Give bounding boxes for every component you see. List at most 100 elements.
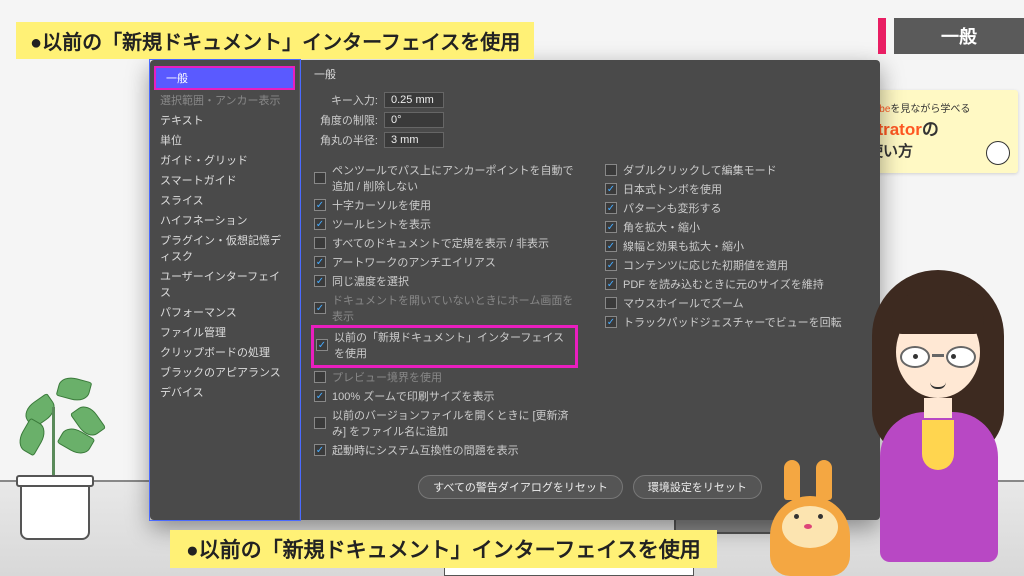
checkbox-label: パターンも変形する bbox=[623, 200, 721, 216]
checkbox-label: 起動時にシステム互換性の問題を表示 bbox=[332, 442, 519, 458]
checkbox-icon[interactable] bbox=[314, 172, 326, 184]
top-title-banner: ●以前の「新規ドキュメント」インターフェイスを使用 bbox=[16, 22, 534, 59]
preferences-dialog: 一般選択範囲・アンカー表示テキスト単位ガイド・グリッドスマートガイドスライスハイ… bbox=[150, 60, 880, 520]
promo-line2: stratorの bbox=[868, 115, 1008, 140]
checkbox-label: 以前の「新規ドキュメント」インターフェイスを使用 bbox=[334, 329, 573, 361]
sidebar-item[interactable]: ハイフネーション bbox=[150, 210, 299, 230]
checkbox-label: 角を拡大・縮小 bbox=[623, 219, 700, 235]
promo-card: Tubeを見ながら学べる stratorの 使い方 bbox=[858, 90, 1018, 173]
bottom-title-text: ●以前の「新規ドキュメント」インターフェイスを使用 bbox=[186, 539, 701, 562]
checkbox-icon[interactable] bbox=[605, 183, 617, 195]
sidebar-item[interactable]: 選択範囲・アンカー表示 bbox=[150, 90, 299, 110]
sidebar-item[interactable]: ブラックのアピアランス bbox=[150, 362, 299, 382]
sidebar-item[interactable]: デバイス bbox=[150, 382, 299, 402]
preferences-main-panel: 一般 キー入力: 角度の制限: 角丸の半径: ペンツールでパス上にアンカーポイン… bbox=[300, 60, 880, 520]
corner-field-row: 角丸の半径: bbox=[314, 132, 866, 148]
checkbox-row[interactable]: ドキュメントを開いていないときにホーム画面を表示 bbox=[314, 292, 575, 324]
checkbox-col-left: ペンツールでパス上にアンカーポイントを自動で追加 / 削除しない十字カーソルを使… bbox=[314, 162, 575, 461]
checkbox-label: 十字カーソルを使用 bbox=[332, 197, 431, 213]
checkbox-row[interactable]: アートワークのアンチエイリアス bbox=[314, 254, 575, 270]
checkbox-icon[interactable] bbox=[314, 256, 326, 268]
checkbox-label: 線幅と効果も拡大・縮小 bbox=[623, 238, 744, 254]
checkbox-row[interactable]: ツールヒントを表示 bbox=[314, 216, 575, 232]
checkbox-label: マウスホイールでズーム bbox=[623, 295, 744, 311]
checkbox-row[interactable]: 以前のバージョンファイルを開くときに [更新済み] をファイル名に追加 bbox=[314, 407, 575, 439]
checkbox-row[interactable]: プレビュー境界を使用 bbox=[314, 369, 575, 385]
checkbox-label: プレビュー境界を使用 bbox=[332, 369, 442, 385]
checkbox-row[interactable]: 日本式トンボを使用 bbox=[605, 181, 866, 197]
plant-illustration bbox=[0, 370, 140, 540]
key-input-field-row: キー入力: bbox=[314, 92, 866, 108]
checkbox-label: ダブルクリックして編集モード bbox=[623, 162, 777, 178]
sidebar-item[interactable]: クリップボードの処理 bbox=[150, 342, 299, 362]
checkbox-label: 日本式トンボを使用 bbox=[623, 181, 722, 197]
sidebar-item[interactable]: スライス bbox=[150, 190, 299, 210]
checkbox-icon[interactable] bbox=[314, 218, 326, 230]
highlighted-checkbox-frame: 以前の「新規ドキュメント」インターフェイスを使用 bbox=[311, 325, 578, 368]
checkbox-row[interactable]: 線幅と効果も拡大・縮小 bbox=[605, 238, 866, 254]
checkbox-columns: ペンツールでパス上にアンカーポイントを自動で追加 / 削除しない十字カーソルを使… bbox=[314, 162, 866, 461]
promo-avatar-icon bbox=[986, 141, 1010, 165]
checkbox-icon[interactable] bbox=[605, 221, 617, 233]
corner-label: 角丸の半径: bbox=[314, 132, 384, 148]
corner-field[interactable] bbox=[384, 132, 444, 148]
animal-illustration bbox=[754, 456, 864, 576]
checkbox-label: 同じ濃度を選択 bbox=[332, 273, 409, 289]
key-input-label: キー入力: bbox=[314, 92, 384, 108]
sidebar-item[interactable]: ファイル管理 bbox=[150, 322, 299, 342]
checkbox-row[interactable]: 100% ズームで印刷サイズを表示 bbox=[314, 388, 575, 404]
sidebar-item[interactable]: プラグイン・仮想記憶ディスク bbox=[150, 230, 299, 266]
checkbox-icon[interactable] bbox=[314, 302, 326, 314]
checkbox-row[interactable]: パターンも変形する bbox=[605, 200, 866, 216]
checkbox-label: コンテンツに応じた初期値を適用 bbox=[623, 257, 788, 273]
checkbox-row[interactable]: 同じ濃度を選択 bbox=[314, 273, 575, 289]
angle-label: 角度の制限: bbox=[314, 112, 384, 128]
sidebar-item[interactable]: 単位 bbox=[150, 130, 299, 150]
checkbox-icon[interactable] bbox=[314, 390, 326, 402]
reset-prefs-button[interactable]: 環境設定をリセット bbox=[633, 475, 762, 499]
checkbox-row[interactable]: 起動時にシステム互換性の問題を表示 bbox=[314, 442, 575, 458]
checkbox-icon[interactable] bbox=[605, 316, 617, 328]
checkbox-label: ペンツールでパス上にアンカーポイントを自動で追加 / 削除しない bbox=[332, 162, 575, 194]
sidebar-item[interactable]: パフォーマンス bbox=[150, 302, 299, 322]
sidebar-item[interactable]: ユーザーインターフェイス bbox=[150, 266, 299, 302]
checkbox-label: ドキュメントを開いていないときにホーム画面を表示 bbox=[332, 292, 575, 324]
checkbox-row[interactable]: 十字カーソルを使用 bbox=[314, 197, 575, 213]
checkbox-row[interactable]: 以前の「新規ドキュメント」インターフェイスを使用 bbox=[316, 329, 573, 361]
checkbox-icon[interactable] bbox=[314, 275, 326, 287]
checkbox-label: 以前のバージョンファイルを開くときに [更新済み] をファイル名に追加 bbox=[332, 407, 575, 439]
key-input-field[interactable] bbox=[384, 92, 444, 108]
checkbox-label: 100% ズームで印刷サイズを表示 bbox=[332, 388, 495, 404]
numeric-fields: キー入力: 角度の制限: 角丸の半径: bbox=[314, 92, 866, 148]
sidebar-item[interactable]: テキスト bbox=[150, 110, 299, 130]
checkbox-icon[interactable] bbox=[316, 339, 328, 351]
checkbox-icon[interactable] bbox=[314, 417, 326, 429]
checkbox-icon[interactable] bbox=[605, 202, 617, 214]
checkbox-icon[interactable] bbox=[314, 237, 326, 249]
checkbox-icon[interactable] bbox=[605, 164, 617, 176]
preferences-sidebar: 一般選択範囲・アンカー表示テキスト単位ガイド・グリッドスマートガイドスライスハイ… bbox=[150, 60, 300, 520]
checkbox-icon[interactable] bbox=[605, 278, 617, 290]
checkbox-icon[interactable] bbox=[605, 297, 617, 309]
angle-field[interactable] bbox=[384, 112, 444, 128]
checkbox-icon[interactable] bbox=[605, 259, 617, 271]
general-tab-badge: 一般 bbox=[894, 18, 1024, 54]
sidebar-item[interactable]: スマートガイド bbox=[150, 170, 299, 190]
checkbox-icon[interactable] bbox=[314, 371, 326, 383]
checkbox-row[interactable]: 角を拡大・縮小 bbox=[605, 219, 866, 235]
checkbox-label: すべてのドキュメントで定規を表示 / 非表示 bbox=[332, 235, 549, 251]
sidebar-item[interactable]: ガイド・グリッド bbox=[150, 150, 299, 170]
top-title-text: ●以前の「新規ドキュメント」インターフェイスを使用 bbox=[30, 32, 520, 54]
checkbox-row[interactable]: ペンツールでパス上にアンカーポイントを自動で追加 / 削除しない bbox=[314, 162, 575, 194]
checkbox-row[interactable]: ダブルクリックして編集モード bbox=[605, 162, 866, 178]
bottom-title-banner: ●以前の「新規ドキュメント」インターフェイスを使用 bbox=[170, 530, 717, 568]
checkbox-label: アートワークのアンチエイリアス bbox=[332, 254, 496, 270]
sidebar-item[interactable]: 一般 bbox=[156, 68, 293, 88]
checkbox-icon[interactable] bbox=[314, 199, 326, 211]
checkbox-icon[interactable] bbox=[314, 444, 326, 456]
checkbox-row[interactable]: すべてのドキュメントで定規を表示 / 非表示 bbox=[314, 235, 575, 251]
checkbox-icon[interactable] bbox=[605, 240, 617, 252]
promo-line1: Tubeを見ながら学べる bbox=[868, 100, 1008, 115]
reset-warnings-button[interactable]: すべての警告ダイアログをリセット bbox=[418, 475, 623, 499]
checkbox-label: PDF を読み込むときに元のサイズを維持 bbox=[623, 276, 824, 292]
